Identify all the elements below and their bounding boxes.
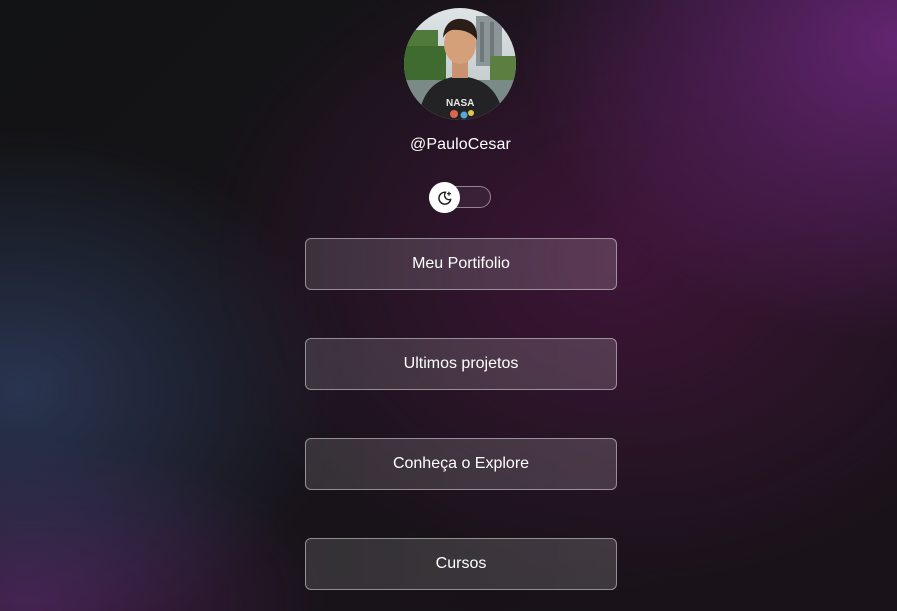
link-button-portfolio[interactable]: Meu Portifolio [305, 238, 617, 290]
link-list: Meu Portifolio Ultimos projetos Conheça … [305, 238, 617, 611]
moon-stars-icon [437, 190, 451, 205]
theme-toggle-switch[interactable] [429, 182, 491, 213]
svg-text:NASA: NASA [446, 98, 474, 109]
profile-avatar: NASA [404, 8, 516, 120]
toggle-knob[interactable] [429, 182, 460, 213]
link-button-explore[interactable]: Conheça o Explore [305, 438, 617, 490]
link-button-latest-projects[interactable]: Ultimos projetos [305, 338, 617, 390]
link-button-courses[interactable]: Cursos [305, 538, 617, 590]
profile-username: @PauloCesar [410, 136, 511, 153]
profile-photo-image: NASA [404, 8, 516, 120]
